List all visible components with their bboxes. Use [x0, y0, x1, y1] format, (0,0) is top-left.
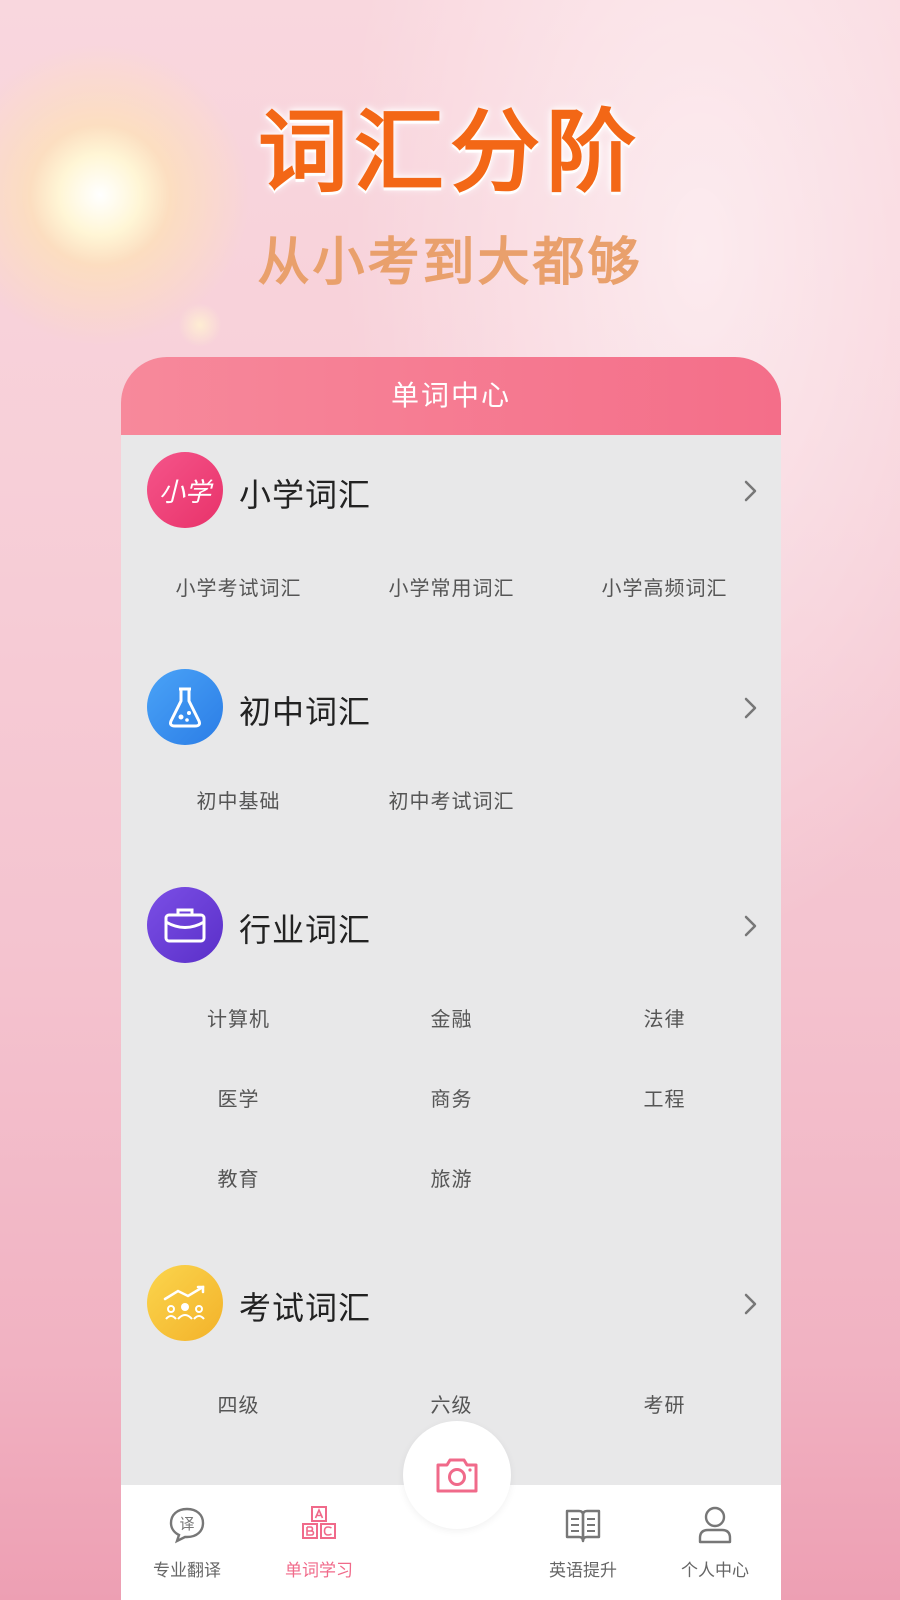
section-header-industry[interactable]: 行业词汇 [121, 887, 781, 967]
chevron-right-icon[interactable] [735, 693, 765, 723]
section-title: 行业词汇 [239, 911, 372, 949]
briefcase-icon [147, 887, 223, 963]
section-title: 考试词汇 [239, 1289, 372, 1327]
section-title: 小学词汇 [239, 476, 372, 514]
chevron-right-icon[interactable] [735, 1289, 765, 1319]
abc-blocks-icon [302, 1506, 336, 1539]
tab-label: 单词学习 [285, 1561, 353, 1581]
exam-rank-icon [147, 1265, 223, 1341]
calligraphy-xiaoxue-icon: 小学 [147, 452, 223, 528]
flask-icon [147, 669, 223, 745]
vocab-item[interactable]: 考研 [558, 1389, 771, 1418]
section-junior-vocab: 初中词汇 初中基础 初中考试词汇 [121, 669, 781, 813]
section-industry-vocab: 行业词汇 计算机 金融 法律 医学 商务 工程 教育 旅游 [121, 887, 781, 1191]
vocab-item[interactable]: 工程 [558, 1083, 771, 1112]
vocab-item[interactable]: 小学考试词汇 [132, 572, 345, 601]
chevron-right-icon[interactable] [735, 911, 765, 941]
vocab-item[interactable]: 金融 [345, 1003, 558, 1032]
vocab-item[interactable]: 四级 [132, 1389, 345, 1418]
vocab-item[interactable]: 初中考试词汇 [345, 785, 558, 814]
hero-subtitle: 从小考到大都够 [257, 233, 643, 293]
vocab-item[interactable]: 计算机 [132, 1003, 345, 1032]
open-book-icon [565, 1509, 601, 1543]
vocab-item[interactable]: 医学 [132, 1083, 345, 1112]
section-header-exam[interactable]: 考试词汇 [121, 1265, 781, 1345]
card-header: 单词中心 [121, 357, 781, 435]
tab-label: 个人中心 [681, 1561, 749, 1581]
tab-label: 英语提升 [549, 1561, 617, 1581]
translate-icon-text: 译 [179, 1515, 194, 1533]
translate-chat-icon: 译 [169, 1507, 205, 1544]
vocab-item[interactable]: 小学常用词汇 [345, 572, 558, 601]
section-header-primary[interactable]: 小学 小学词汇 [121, 452, 781, 532]
word-center-card: 单词中心 小学 小学词汇 小学考试词汇 小学常用词汇 小学高频词汇 初中词汇 初… [121, 357, 781, 1600]
tab-personal-center[interactable]: 个人中心 [649, 1485, 781, 1600]
section-primary-vocab: 小学 小学词汇 小学考试词汇 小学常用词汇 小学高频词汇 [121, 452, 781, 600]
section-exam-vocab: 考试词汇 四级 六级 考研 [121, 1265, 781, 1417]
camera-button[interactable] [403, 1421, 511, 1529]
vocab-item[interactable]: 教育 [132, 1163, 345, 1192]
vocab-item[interactable]: 旅游 [345, 1163, 558, 1192]
tab-professional-translation[interactable]: 译 专业翻译 [121, 1485, 253, 1600]
chevron-right-icon[interactable] [735, 476, 765, 506]
vocab-item[interactable]: 法律 [558, 1003, 771, 1032]
vocab-item[interactable]: 六级 [345, 1389, 558, 1418]
section-header-junior[interactable]: 初中词汇 [121, 669, 781, 749]
tab-word-learning[interactable]: 单词学习 [253, 1485, 385, 1600]
section-title: 初中词汇 [239, 693, 372, 731]
user-icon [698, 1506, 732, 1544]
tab-english-improve[interactable]: 英语提升 [517, 1485, 649, 1600]
camera-icon [436, 1458, 478, 1493]
tab-label: 专业翻译 [153, 1561, 221, 1581]
hero-title: 词汇分阶 [258, 100, 642, 205]
vocab-item[interactable]: 商务 [345, 1083, 558, 1112]
vocab-item[interactable]: 小学高频词汇 [558, 572, 771, 601]
icon-calligraphy-text: 小学 [158, 477, 211, 508]
vocab-item[interactable]: 初中基础 [132, 785, 345, 814]
